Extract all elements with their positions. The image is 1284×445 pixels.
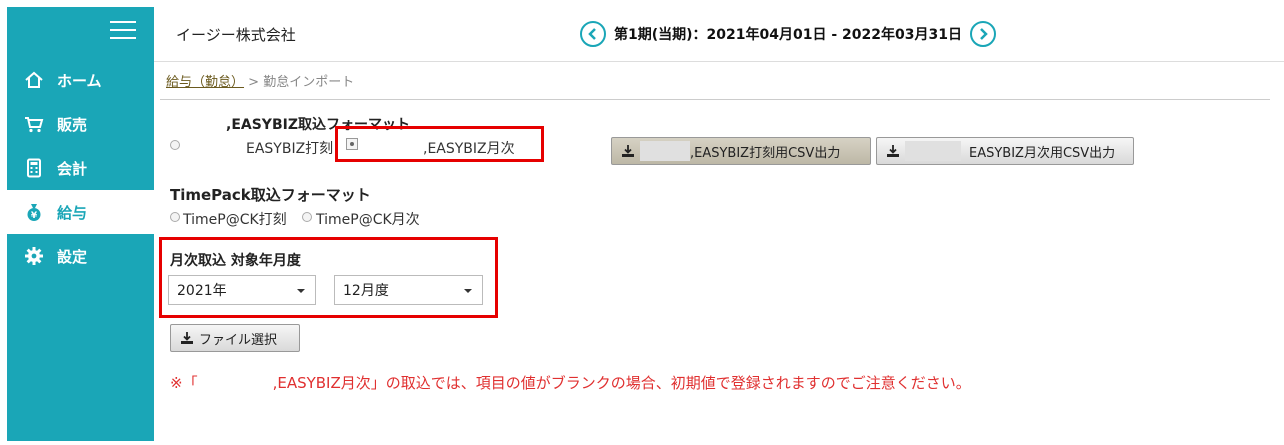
next-period-button[interactable]: [969, 21, 996, 47]
highlight-box: [335, 126, 544, 162]
redacted-area: [905, 141, 961, 161]
format-radio-blank[interactable]: [170, 140, 180, 150]
upload-icon: [181, 332, 193, 344]
fiscal-period-label: 第1期(当期)：2021年04月01日 - 2022年03月31日: [614, 27, 962, 43]
breadcrumb-separator: >: [248, 75, 260, 90]
sidebar-item-label: 設定: [57, 247, 88, 266]
sidebar-item-payroll[interactable]: ¥ 給与: [7, 190, 154, 234]
company-name: イージー株式会社: [176, 26, 296, 44]
breadcrumb-payroll-link[interactable]: 給与（勤怠）: [166, 75, 244, 90]
timepack-punch-radio[interactable]: [170, 212, 180, 222]
divider: [160, 99, 1270, 100]
fiscal-period-nav: 第1期(当期)：2021年04月01日 - 2022年03月31日: [580, 20, 996, 48]
sidebar-item-label: 給与: [57, 203, 88, 222]
sidebar-item-label: ホーム: [57, 71, 102, 90]
export-punch-csv-label: ,EASYBIZ打刻用CSV出力: [690, 145, 841, 161]
sidebar-item-settings[interactable]: 設定: [7, 234, 154, 278]
hamburger-menu-icon[interactable]: [110, 21, 136, 39]
sidebar-item-label: 会計: [57, 159, 88, 178]
breadcrumb: 給与（勤怠） > 勤怠インポート: [166, 71, 354, 90]
export-monthly-csv-label: EASYBIZ月次用CSV出力: [969, 145, 1116, 161]
chevron-left-icon: [588, 28, 596, 40]
timepack-format-heading: TimePack取込フォーマット: [170, 186, 371, 204]
calculator-icon: [23, 157, 45, 179]
chevron-down-icon: [464, 289, 472, 293]
chevron-right-icon: [980, 28, 988, 40]
export-monthly-csv-button[interactable]: EASYBIZ月次用CSV出力: [876, 137, 1134, 165]
sidebar: ホーム 販売 会計 ¥ 給与 設定: [7, 7, 154, 441]
sidebar-item-sales[interactable]: 販売: [7, 102, 154, 146]
svg-text:¥: ¥: [31, 211, 38, 221]
home-icon: [23, 69, 45, 91]
timepack-monthly-label: TimeP@CK月次: [316, 212, 420, 228]
target-year-select[interactable]: 2021年: [168, 275, 316, 305]
chevron-down-icon: [297, 289, 305, 293]
target-month-select[interactable]: 12月度: [334, 275, 483, 305]
sidebar-item-label: 販売: [57, 115, 88, 134]
previous-period-button[interactable]: [580, 21, 606, 47]
timepack-punch-label: TimeP@CK打刻: [183, 212, 287, 228]
breadcrumb-current: 勤怠インポート: [263, 75, 355, 90]
easybiz-punch-label: EASYBIZ打刻: [246, 141, 334, 157]
sidebar-item-accounting[interactable]: 会計: [7, 146, 154, 190]
target-year-value: 2021年: [177, 283, 227, 299]
file-select-label: ファイル選択: [199, 332, 278, 348]
gear-icon: [23, 245, 45, 267]
sidebar-item-home[interactable]: ホーム: [7, 58, 154, 102]
redacted-area: [640, 141, 690, 161]
target-month-value: 12月度: [343, 283, 389, 299]
header: イージー株式会社 第1期(当期)：2021年04月01日 - 2022年03月3…: [154, 0, 1284, 62]
cart-icon: [23, 113, 45, 135]
download-icon: [622, 145, 634, 157]
timepack-monthly-radio[interactable]: [302, 212, 312, 222]
import-notice: ※「 ,EASYBIZ月次」の取込では、項目の値がブランクの場合、初期値で登録さ…: [170, 374, 971, 392]
money-bag-icon: ¥: [23, 201, 45, 223]
download-icon: [887, 145, 899, 157]
export-punch-csv-button[interactable]: ,EASYBIZ打刻用CSV出力: [611, 137, 871, 165]
monthly-import-heading: 月次取込 対象年月度: [170, 253, 301, 269]
file-select-button[interactable]: ファイル選択: [170, 324, 300, 352]
